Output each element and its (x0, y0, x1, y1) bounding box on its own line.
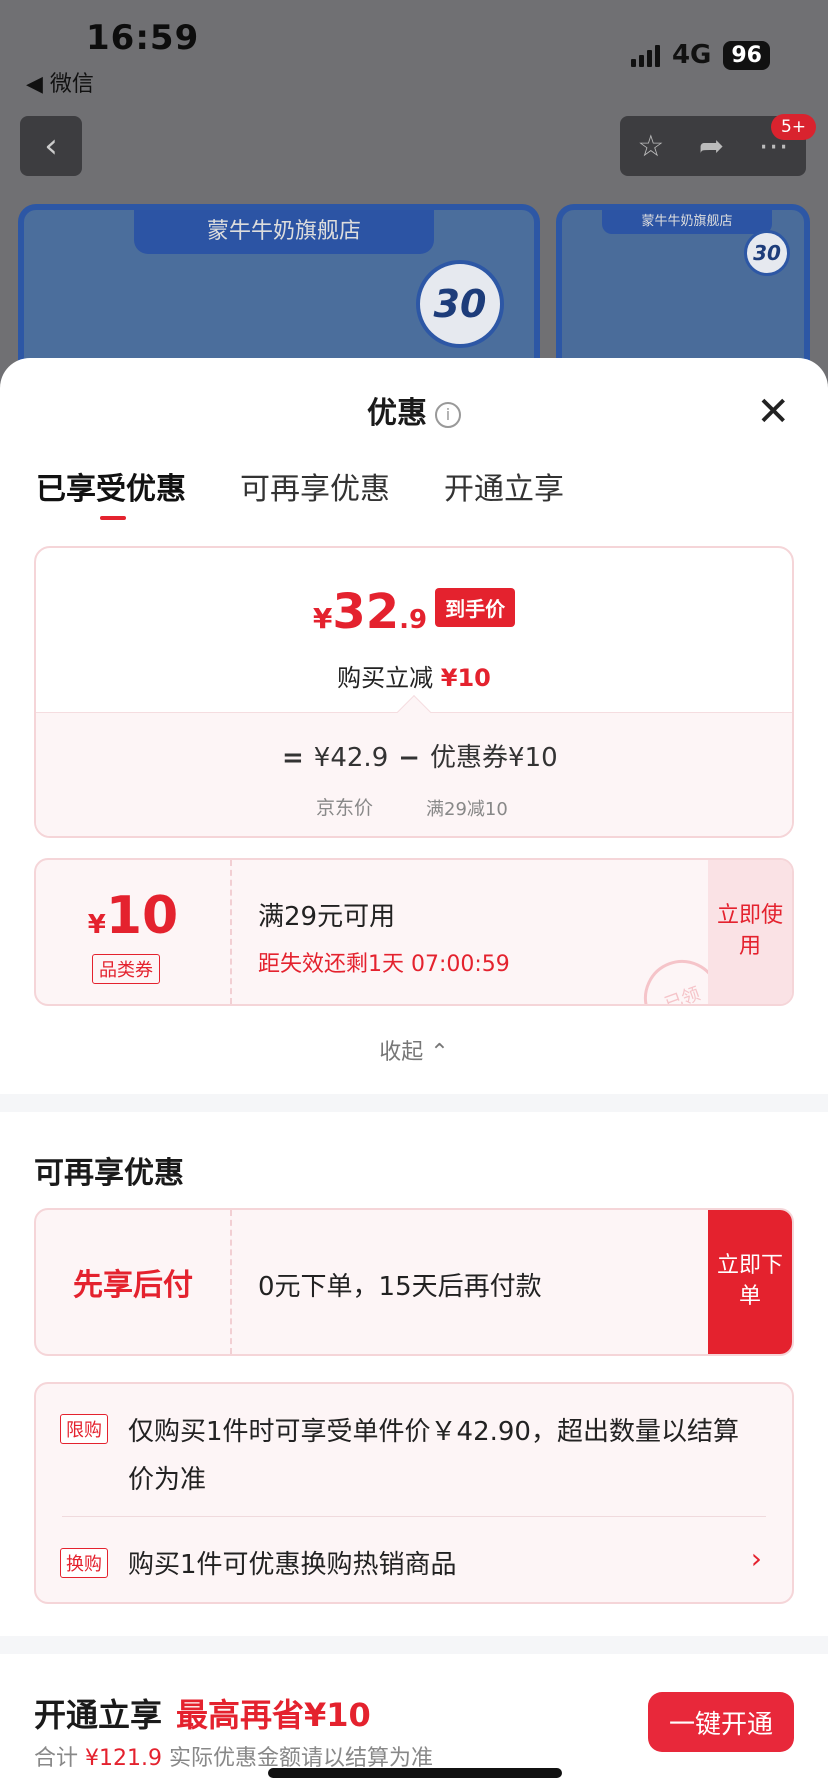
exchange-text[interactable]: 购买1件可优惠换购热销商品 (128, 1544, 457, 1581)
network-type: 4G (671, 40, 712, 70)
collapse-button[interactable]: 收起 ⌃ (0, 1034, 828, 1066)
coupon-value: ¥10 品类券 (36, 860, 232, 1004)
shop-name-small: 蒙牛牛奶旗舰店 (602, 210, 772, 234)
status-indicators: 4G 96 (630, 40, 770, 70)
tab-enjoyed[interactable]: 已享受优惠 (36, 464, 186, 520)
tab-open[interactable]: 开通立享 (444, 464, 564, 508)
info-icon[interactable]: i (435, 402, 461, 428)
section-divider (0, 1636, 828, 1654)
price-decimal: .9 (399, 605, 428, 635)
total-amount: ¥121.9 (85, 1746, 162, 1771)
total-label: 合计 (34, 1746, 79, 1771)
pay-later-card: 先享后付 0元下单，15天后再付款 立即下单 (34, 1208, 794, 1356)
instant-reduce: 购买立减 ¥10 (36, 658, 792, 693)
reduce-label: 购买立减 (337, 664, 434, 692)
exchange-tag: 换购 (60, 1548, 108, 1578)
share-icon[interactable]: ➦ (699, 129, 724, 164)
limit-text: 仅购买1件时可享受单件价￥42.90，超出数量以结算价为准 (128, 1417, 739, 1495)
open-title-text: 开通立享 (34, 1696, 163, 1734)
shop-name: 蒙牛牛奶旗舰店 (134, 210, 434, 254)
background-page: 16:59 ◀ 微信 4G 96 ‹ ☆ ➦ ⋯ 5+ 蒙牛牛奶旗舰店 30 蒙… (0, 0, 828, 394)
limit-tag: 限购 (60, 1414, 108, 1444)
pay-later-desc: 0元下单，15天后再付款 (258, 1272, 542, 1302)
battery-icon: 96 (723, 40, 770, 70)
use-coupon-button[interactable]: 立即使用 (708, 860, 792, 1004)
price-integer: 32 (332, 584, 400, 640)
open-membership-title: 开通立享 最高再省¥10 (34, 1690, 371, 1736)
price-calculation: = ¥42.9− 优惠券¥10 京东价 满29减10 (36, 712, 792, 836)
final-price-tag: 到手价 (435, 588, 516, 627)
back-to-wechat[interactable]: ◀ 微信 (26, 66, 94, 98)
tab-bar: 已享受优惠 可再享优惠 开通立享 (36, 464, 564, 520)
order-now-button[interactable]: 立即下单 (708, 1210, 792, 1354)
one-click-open-button[interactable]: 一键开通 (648, 1692, 794, 1752)
sheet-title-text: 优惠 (367, 396, 427, 431)
coupon-rule: 满29减10 (426, 799, 508, 820)
reduce-amount: ¥10 (440, 664, 491, 692)
close-icon[interactable]: ✕ (756, 392, 790, 432)
back-button[interactable]: ‹ (20, 116, 82, 176)
coupon-deduction: 优惠券¥10 (430, 743, 558, 773)
more-offers-title: 可再享优惠 (34, 1156, 184, 1191)
purchase-limits: 限购 仅购买1件时可享受单件价￥42.90，超出数量以结算价为准 换购 购买1件… (34, 1382, 794, 1604)
star-icon[interactable]: ☆ (637, 129, 664, 164)
base-price-label: 京东价 (316, 797, 374, 819)
equals-sign: = (282, 743, 304, 773)
final-price: ¥32.9 到手价 (36, 584, 792, 640)
notification-badge: 5+ (770, 114, 816, 140)
minus-sign: − (398, 743, 421, 773)
status-time: 16:59 (86, 18, 200, 58)
sheet-title: 优惠 i (0, 388, 828, 432)
limits-separator (62, 1516, 766, 1517)
coupon-expiry: 距失效还剩1天 07:00:59 (258, 952, 510, 977)
section-divider (0, 1094, 828, 1112)
gold-badge: 30 (416, 260, 504, 348)
price-currency: ¥ (312, 602, 333, 635)
chevron-right-icon[interactable]: › (751, 1542, 762, 1575)
signal-icon (630, 43, 660, 67)
home-indicator[interactable] (268, 1768, 562, 1778)
tab-more[interactable]: 可再享优惠 (240, 464, 390, 508)
final-price-card: ¥32.9 到手价 购买立减 ¥10 = ¥42.9− 优惠券¥10 京东价 满29减… (34, 546, 794, 838)
coupon-type-tag: 品类券 (92, 954, 160, 984)
coupon-amount: ¥10 (36, 886, 230, 946)
coupon-condition: 满29元可用 (258, 902, 396, 932)
coupon-number: 10 (105, 886, 179, 946)
chevron-left-icon: ‹ (44, 126, 58, 166)
base-price: ¥42.9 (313, 743, 389, 773)
open-highlight: 最高再省¥10 (176, 1696, 371, 1734)
category-coupon: ¥10 品类券 满29元可用 距失效还剩1天 07:00:59 已领 立即使用 (34, 858, 794, 1006)
discount-sheet: 优惠 i ✕ 已享受优惠 可再享优惠 开通立享 ¥32.9 到手价 购买立减 ¥10… (0, 358, 828, 1792)
calc-formula: = ¥42.9− 优惠券¥10 (272, 737, 558, 774)
gold-badge-small: 30 (744, 230, 790, 276)
pay-later-label: 先享后付 (36, 1210, 232, 1354)
coupon-currency: ¥ (87, 910, 106, 940)
